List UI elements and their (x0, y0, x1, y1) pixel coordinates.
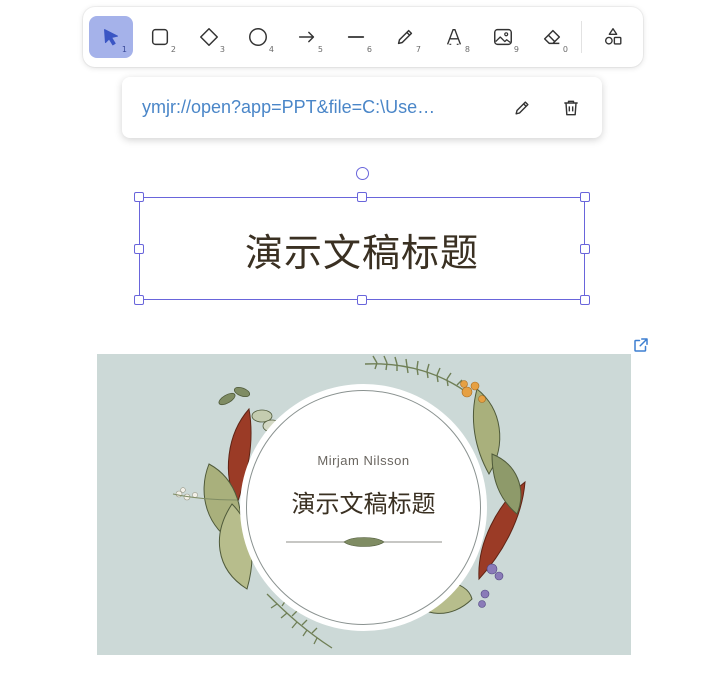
resize-handle-se[interactable] (580, 295, 590, 305)
rotation-handle[interactable] (356, 167, 369, 180)
element-link-popup: ymjr://open?app=PPT&file=C:\Use… (122, 77, 602, 138)
resize-handle-sw[interactable] (134, 295, 144, 305)
canvas-text-element[interactable]: 演示文稿标题 (139, 222, 585, 277)
eraser-icon (543, 29, 561, 45)
edit-link-button[interactable] (507, 93, 537, 123)
toolbar-divider (581, 21, 582, 53)
square-icon (151, 28, 169, 46)
pencil-icon (397, 29, 413, 45)
link-url[interactable]: ymjr://open?app=PPT&file=C:\Use… (142, 97, 482, 118)
slide-title: 演示文稿标题 (291, 490, 436, 518)
shortcut-key: 8 (464, 45, 470, 54)
shapes-icon (604, 28, 622, 45)
line-icon (347, 36, 365, 38)
shortcut-key: 7 (415, 45, 421, 54)
arrow-right-icon (298, 31, 315, 43)
image-tool-button[interactable]: 9 (481, 16, 525, 58)
trash-icon (564, 100, 578, 116)
resize-handle-s[interactable] (357, 295, 367, 305)
rectangle-tool-button[interactable]: 2 (138, 16, 182, 58)
text-tool-button[interactable]: 8 (432, 16, 476, 58)
decorative-divider (286, 537, 442, 547)
diamond-icon (200, 28, 218, 46)
eraser-tool-button[interactable]: 0 (530, 16, 574, 58)
shortcut-key: 1 (121, 45, 127, 54)
shortcut-key: 9 (513, 45, 519, 54)
circle-icon (249, 28, 267, 46)
external-link-icon[interactable] (632, 336, 650, 354)
shortcut-key: 5 (317, 45, 323, 54)
slide-author: Mirjam Nilsson (317, 453, 410, 468)
main-toolbar: 1 2 3 4 5 6 7 8 9 0 (83, 7, 643, 67)
shortcut-key: 3 (219, 45, 225, 54)
pencil-icon (515, 101, 529, 115)
line-tool-button[interactable]: 6 (334, 16, 378, 58)
selection-tool-button[interactable]: 1 (89, 16, 133, 58)
diamond-tool-button[interactable]: 3 (187, 16, 231, 58)
shortcut-key: 4 (268, 45, 274, 54)
shortcut-key: 2 (170, 45, 176, 54)
arrow-tool-button[interactable]: 5 (285, 16, 329, 58)
pointer-icon (104, 29, 118, 46)
resize-handle-nw[interactable] (134, 192, 144, 202)
image-icon (494, 28, 512, 46)
resize-handle-n[interactable] (357, 192, 367, 202)
delete-link-button[interactable] (556, 93, 586, 123)
more-shapes-button[interactable] (591, 16, 635, 58)
shortcut-key: 6 (366, 45, 372, 54)
text-icon (446, 28, 462, 45)
draw-tool-button[interactable]: 7 (383, 16, 427, 58)
shortcut-key: 0 (562, 45, 568, 54)
resize-handle-ne[interactable] (580, 192, 590, 202)
ellipse-tool-button[interactable]: 4 (236, 16, 280, 58)
